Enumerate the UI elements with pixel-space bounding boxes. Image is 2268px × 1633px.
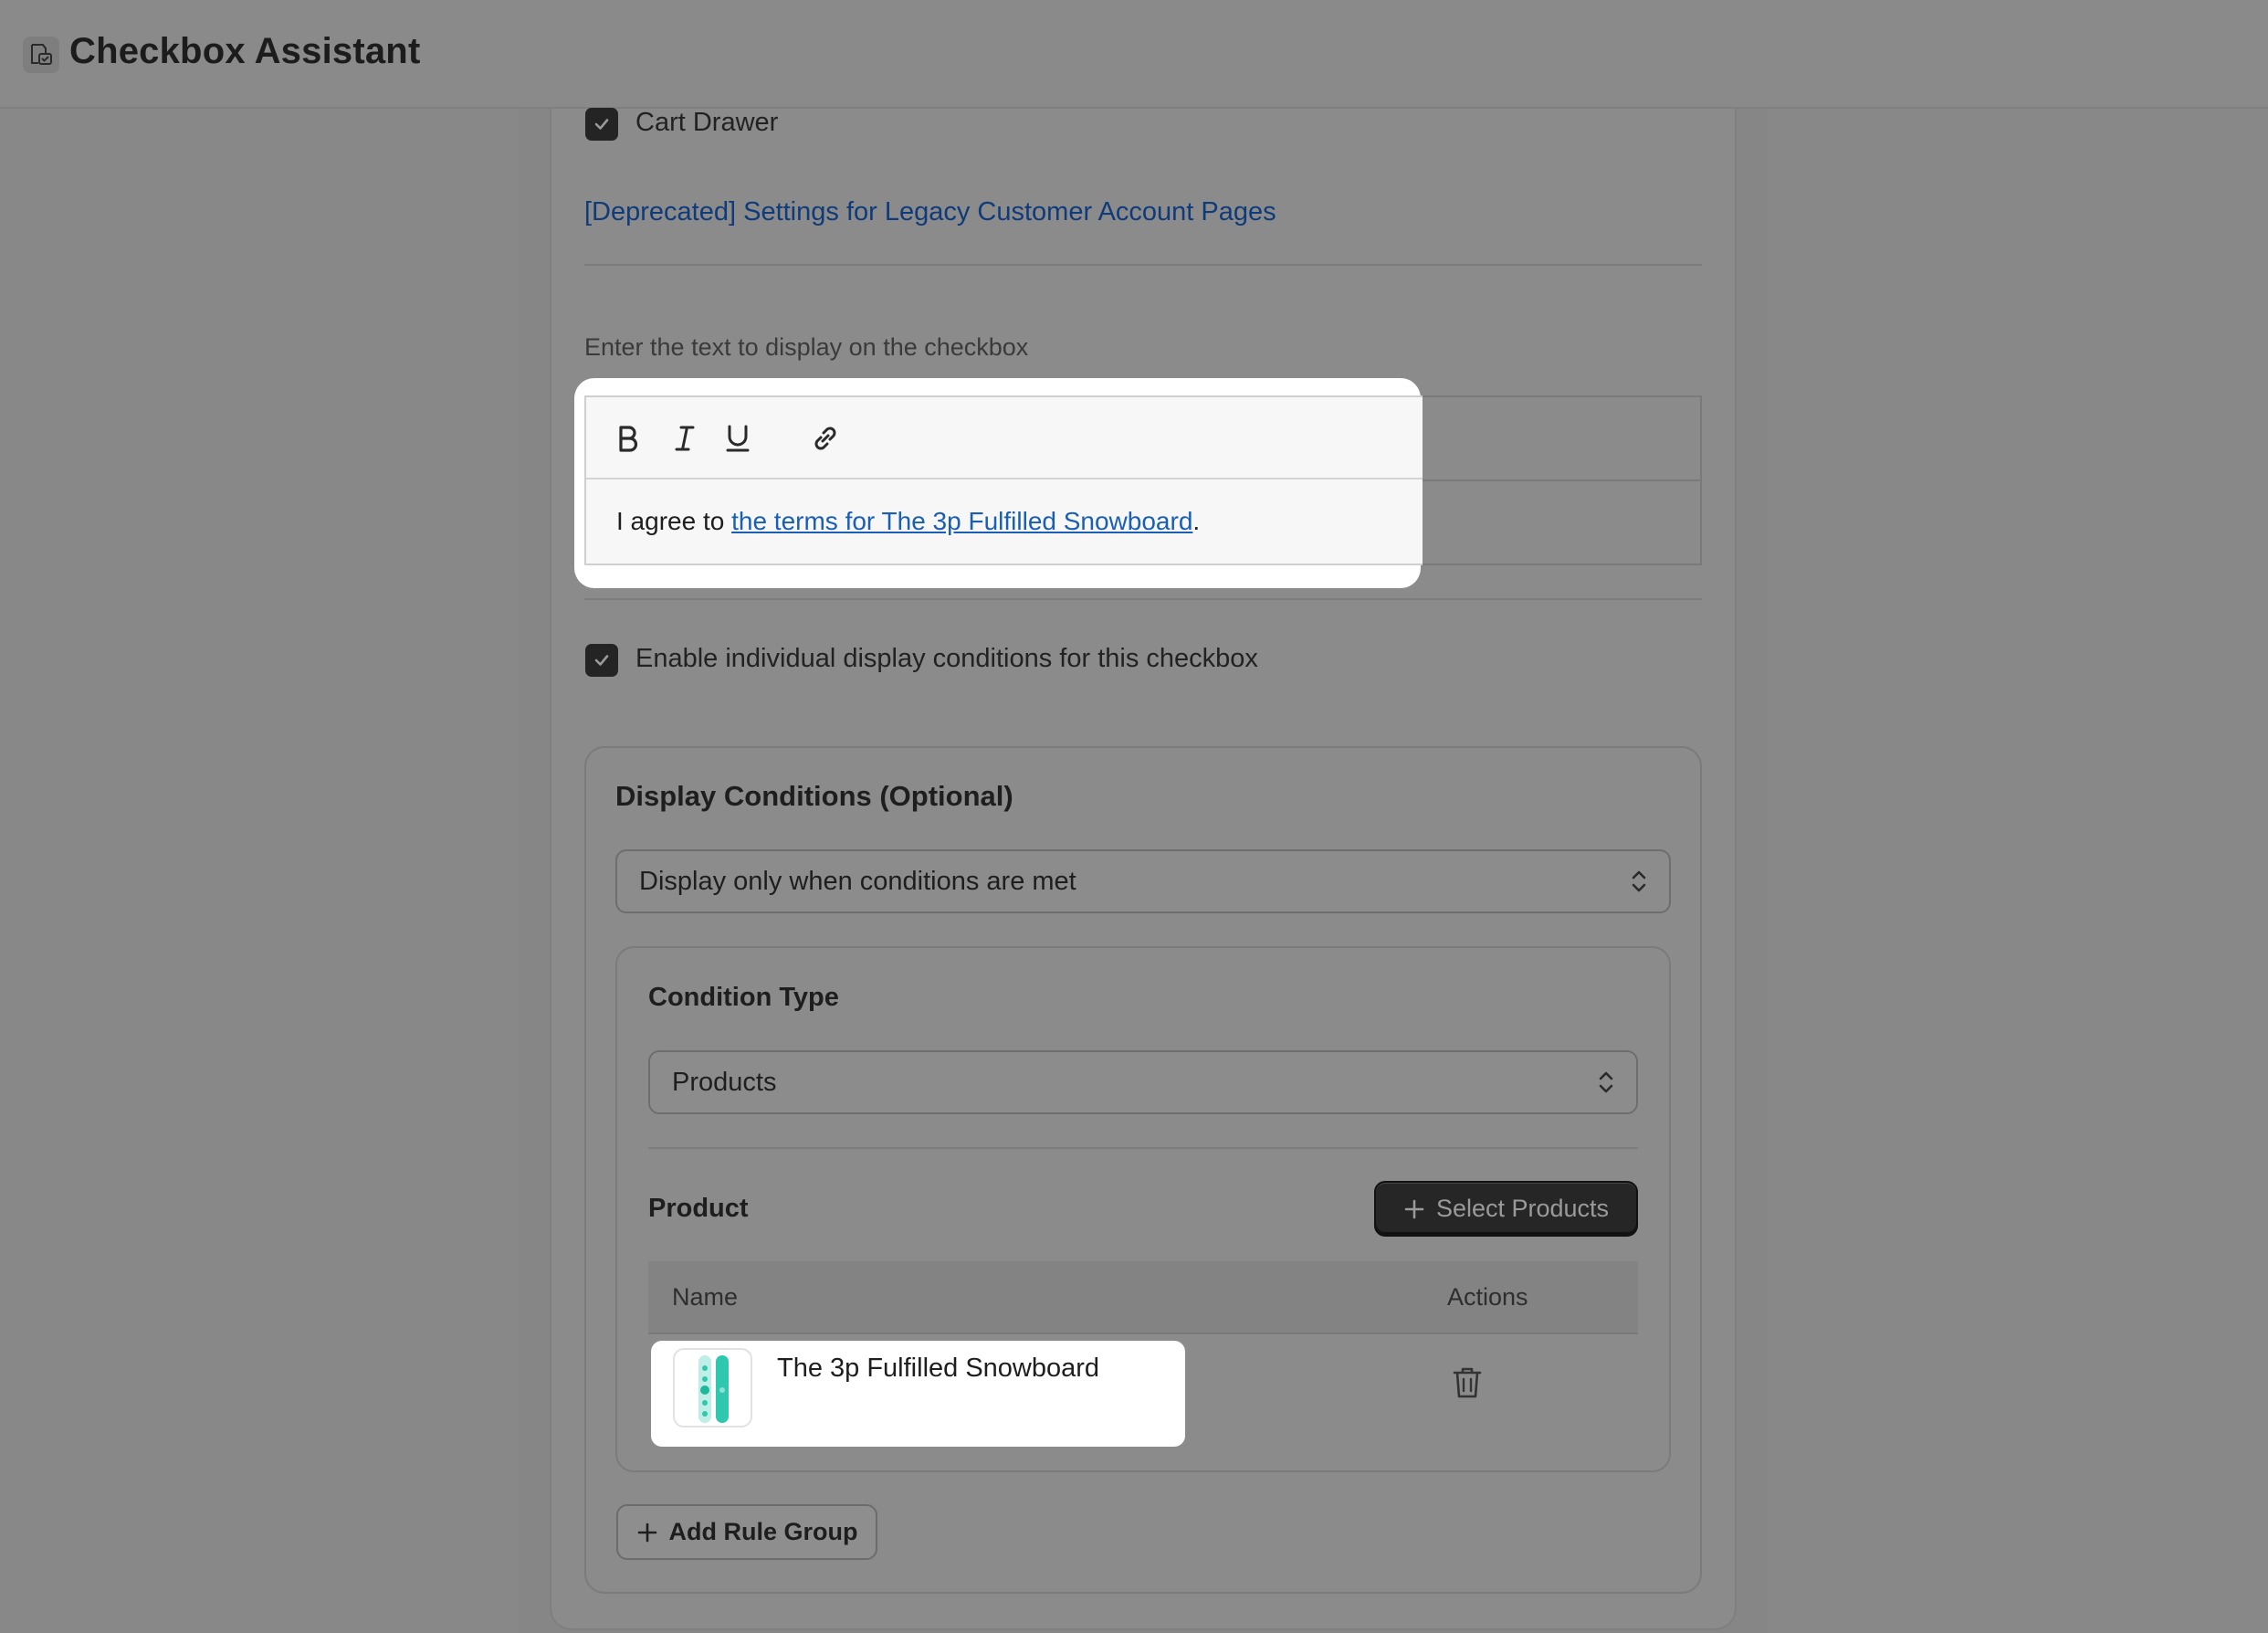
link-icon[interactable]	[807, 420, 844, 457]
checkbox-text-hint: Enter the text to display on the checkbo…	[584, 333, 1029, 361]
divider	[648, 1147, 1638, 1149]
trash-icon[interactable]	[1451, 1365, 1484, 1400]
add-rule-group-label: Add Rule Group	[668, 1518, 858, 1545]
editor-content[interactable]: I agree to the terms for The 3p Fulfille…	[616, 507, 1200, 536]
legacy-settings-link[interactable]: [Deprecated] Settings for Legacy Custome…	[584, 197, 1276, 227]
select-products-label: Select Products	[1435, 1195, 1610, 1222]
condition-type-value: Products	[672, 1067, 777, 1097]
cart-drawer-label: Cart Drawer	[635, 108, 779, 137]
product-label: Product	[648, 1194, 749, 1223]
condition-type-label: Condition Type	[648, 983, 839, 1012]
select-chevron-icon	[1632, 870, 1646, 892]
select-products-button[interactable]: Select Products	[1374, 1181, 1638, 1237]
individual-conditions-checkbox[interactable]	[585, 644, 618, 677]
select-chevron-icon	[1599, 1071, 1613, 1093]
editor-text-suffix: .	[1192, 507, 1201, 535]
condition-type-select[interactable]: Products	[648, 1050, 1638, 1114]
app-header: Checkbox Assistant	[0, 0, 2268, 109]
bold-icon[interactable]	[610, 420, 646, 457]
display-mode-value: Display only when conditions are met	[639, 866, 1076, 896]
individual-conditions-label: Enable individual display conditions for…	[635, 644, 1258, 673]
display-conditions-title: Display Conditions (Optional)	[615, 780, 1013, 812]
checkbox-assistant-icon	[23, 37, 59, 73]
underline-icon[interactable]	[719, 420, 756, 457]
column-header-actions: Actions	[1447, 1283, 1528, 1311]
terms-link[interactable]: the terms for The 3p Fulfilled Snowboard	[731, 507, 1192, 535]
cart-drawer-checkbox[interactable]	[585, 108, 618, 141]
divider	[584, 264, 1702, 266]
app-title: Checkbox Assistant	[69, 31, 421, 71]
plus-icon	[637, 1522, 656, 1542]
italic-icon[interactable]	[667, 420, 703, 457]
display-mode-select[interactable]: Display only when conditions are met	[615, 849, 1671, 913]
plus-icon	[1404, 1199, 1424, 1218]
product-table-header: Name Actions	[648, 1261, 1638, 1334]
product-name: The 3p Fulfilled Snowboard	[777, 1354, 1100, 1383]
rich-text-editor[interactable]: I agree to the terms for The 3p Fulfille…	[584, 395, 1423, 565]
product-thumbnail	[673, 1348, 752, 1428]
column-header-name: Name	[672, 1283, 739, 1311]
table-row: The 3p Fulfilled Snowboard	[651, 1341, 1185, 1447]
editor-toolbar	[586, 397, 1423, 479]
divider	[584, 598, 1702, 600]
rich-text-editor-highlight: I agree to the terms for The 3p Fulfille…	[574, 378, 1423, 588]
add-rule-group-button[interactable]: Add Rule Group	[616, 1504, 877, 1560]
editor-text-prefix: I agree to	[616, 507, 732, 535]
